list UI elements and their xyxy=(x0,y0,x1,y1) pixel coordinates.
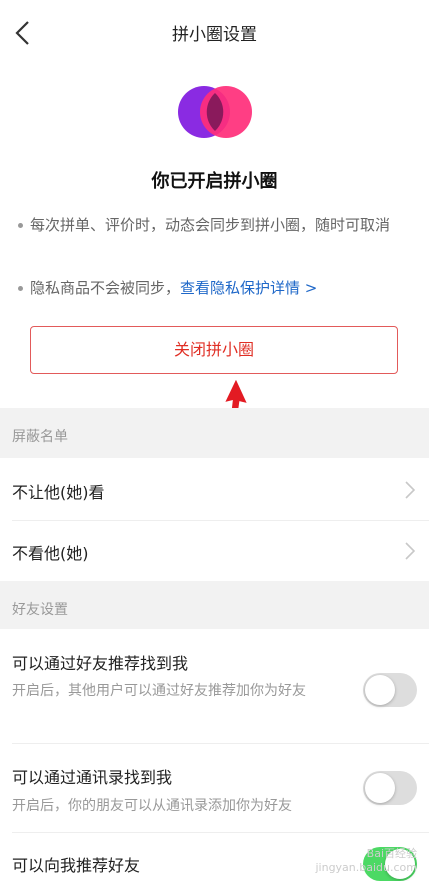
row-label: 不看他(她) xyxy=(12,544,89,563)
toggle-knob xyxy=(365,675,395,705)
privacy-details-link[interactable]: 查看隐私保护详情 > xyxy=(180,279,317,297)
watermark-url: jingyan.baidu.com xyxy=(315,861,417,874)
row-hide-from[interactable]: 不让他(她)看 xyxy=(0,458,429,520)
setting-find-via-recommendation: 可以通过好友推荐找到我 开启后，其他用户可以通过好友推荐加你为好友 xyxy=(0,629,429,743)
setting-description: 开启后，你的朋友可以从通讯录添加你为好友 xyxy=(12,798,292,814)
row-label: 不让他(她)看 xyxy=(12,483,105,502)
chevron-right-icon xyxy=(405,542,415,560)
chevron-right-icon xyxy=(405,481,415,499)
watermark-brand: Bai百经验 xyxy=(366,847,417,860)
bullet-text: 每次拼单、评价时，动态会同步到拼小圈，随时可取消 xyxy=(30,216,391,234)
watermark: Bai百经验 jingyan.baidu.com xyxy=(315,847,417,875)
row-dont-see[interactable]: 不看他(她) xyxy=(0,521,429,581)
bullet-line: 隐私商品不会被同步，查看隐私保护详情 > xyxy=(30,276,410,301)
setting-description: 开启后，其他用户可以通过好友推荐加你为好友 xyxy=(12,683,306,699)
page-title: 拼小圈设置 xyxy=(172,25,257,45)
bullet-dot xyxy=(18,286,23,291)
close-pinxiaoquan-button[interactable]: 关闭拼小圈 xyxy=(30,326,398,374)
setting-find-via-contacts: 可以通过通讯录找到我 开启后，你的朋友可以从通讯录添加你为好友 xyxy=(0,744,429,832)
setting-label: 可以通过通讯录找到我 xyxy=(12,768,173,787)
toggle-find-via-contacts[interactable] xyxy=(363,771,417,805)
setting-label: 可以通过好友推荐找到我 xyxy=(12,654,189,673)
status-headline: 你已开启拼小圈 xyxy=(151,171,278,192)
section-header-block-list: 屏蔽名单 xyxy=(0,408,429,458)
bullet-text: 隐私商品不会被同步， xyxy=(30,279,181,297)
setting-label: 可以向我推荐好友 xyxy=(12,856,141,875)
section-header-friend-settings: 好友设置 xyxy=(0,581,429,629)
nav-bar: 拼小圈设置 xyxy=(0,0,429,64)
toggle-find-via-recommendation[interactable] xyxy=(363,673,417,707)
bullet-dot xyxy=(18,223,23,228)
pinxiaoquan-logo-icon xyxy=(178,86,252,138)
toggle-knob xyxy=(365,773,395,803)
